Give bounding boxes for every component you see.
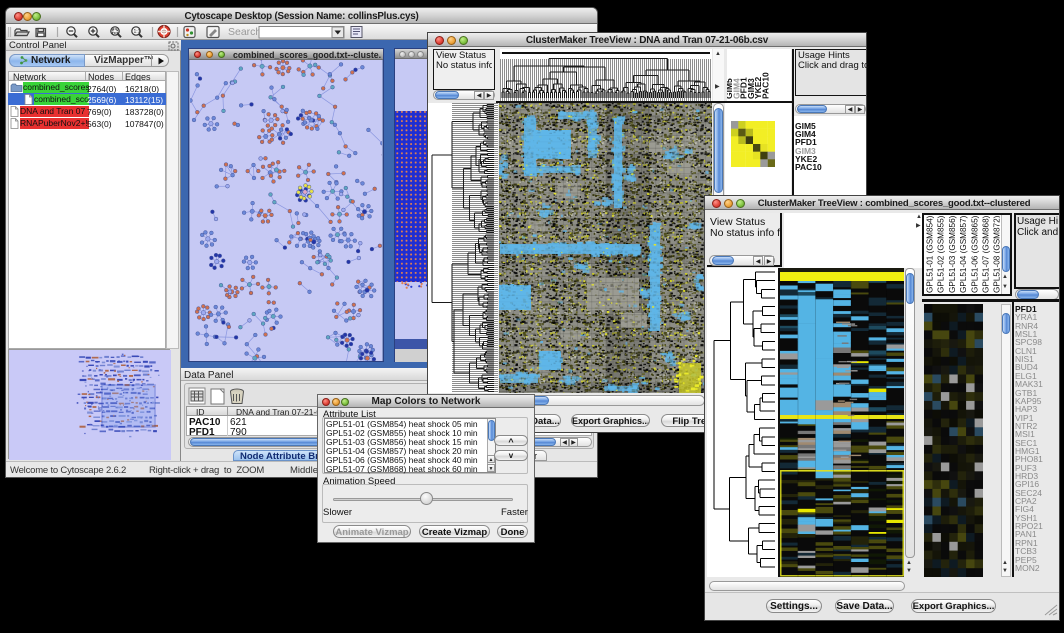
svg-text:GPL51-08 (GSM872): GPL51-08 (GSM872) [993,215,1000,293]
svg-text:GPL51-01 (GSM854): GPL51-01 (GSM854) [926,215,935,293]
svg-text:1:1: 1:1 [134,29,141,35]
svg-text:PAC10: PAC10 [761,72,771,99]
svg-text:GPL51-07 (GSM868): GPL51-07 (GSM868) [982,215,991,293]
svg-text:GPL51-04 (GSM857): GPL51-04 (GSM857) [959,215,968,293]
svg-text:GPL51-06 (GSM865): GPL51-06 (GSM865) [970,215,979,293]
svg-text:GPL51-03 (GSM856): GPL51-03 (GSM856) [948,215,957,293]
svg-text:GPL51-02 (GSM855): GPL51-02 (GSM855) [937,215,946,293]
